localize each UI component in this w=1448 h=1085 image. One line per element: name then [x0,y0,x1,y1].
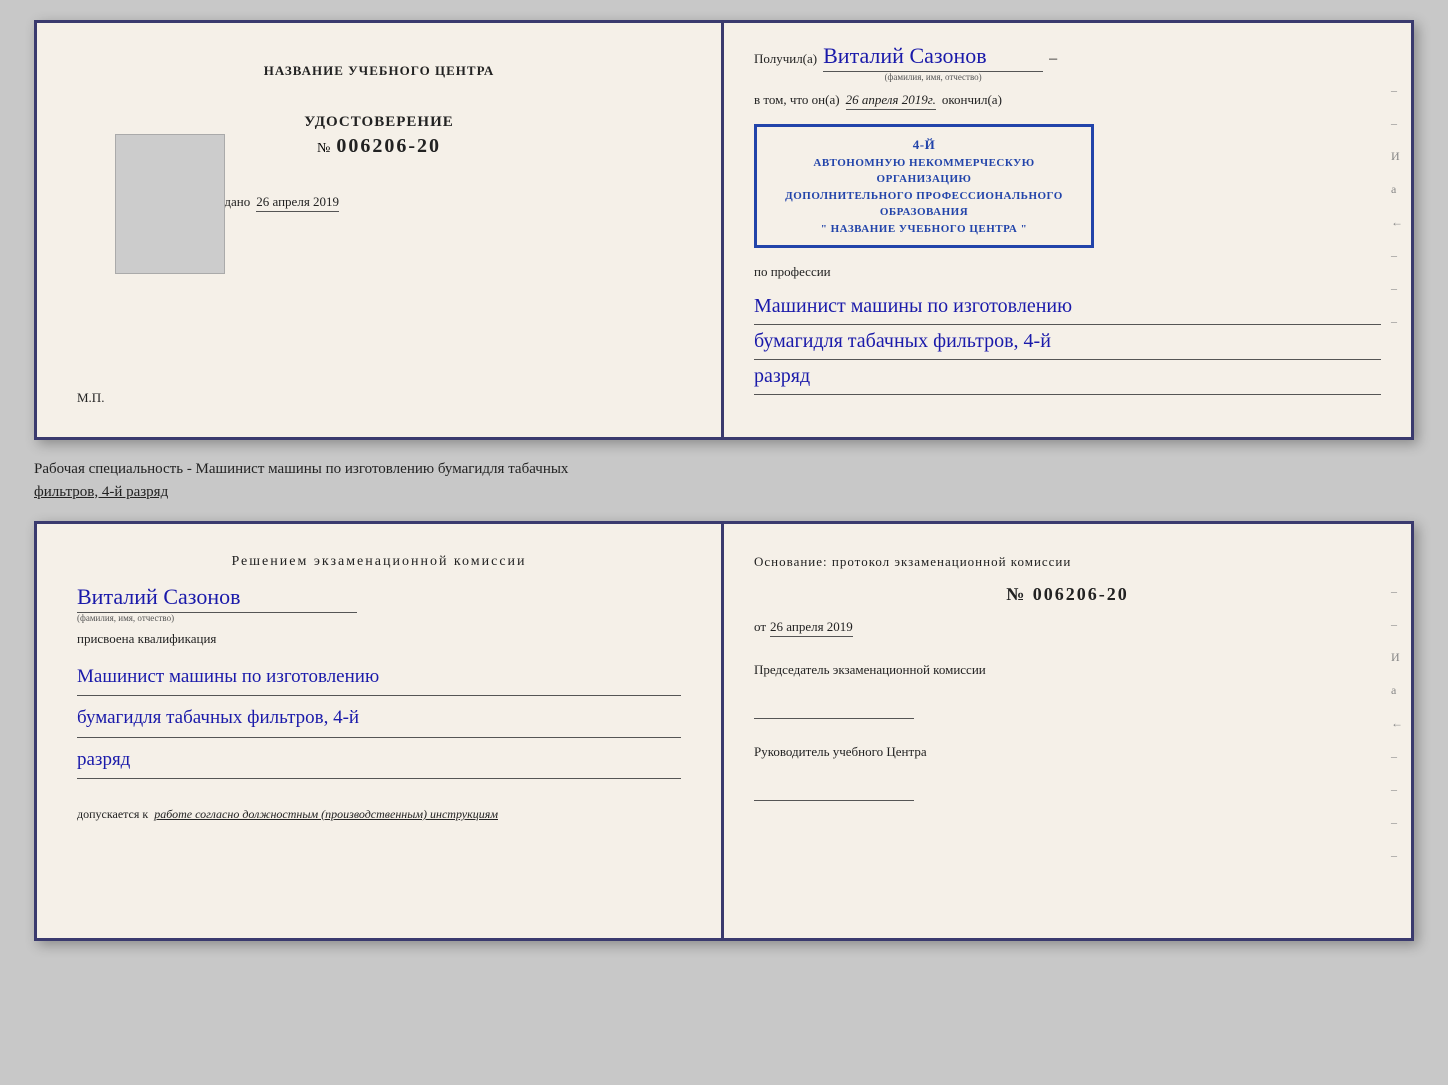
deco-right-lines-top: – – И а ← – – – [1391,83,1403,329]
vtom-date: 26 апреля 2019г. [846,92,936,110]
vydano-date: 26 апреля 2019 [256,194,339,212]
profession-line2-top: бумагидля табачных фильтров, 4-й [754,325,1381,360]
poluchil-label: Получил(а) [754,51,817,67]
deco-char-arrow: ← [1391,215,1403,230]
deco-dash-b4: – [1391,782,1403,797]
deco-char-barrow: ← [1391,716,1403,731]
deco-dash-b5: – [1391,815,1403,830]
predsedatel-signature-line [754,699,914,719]
profession-line1-bottom: Машинист машины по изготовлению [77,661,681,696]
okonchil-label: окончил(а) [942,92,1002,108]
number-prefix-bottom: № [1006,584,1026,604]
ot-line: от 26 апреля 2019 [754,619,1381,637]
deco-dash-5: – [1391,314,1403,329]
rukovoditel-signature-line [754,781,914,801]
specialty-main: Рабочая специальность - Машинист машины … [34,461,568,477]
predsedatel-label: Председатель экзаменационной комиссии [754,661,1381,679]
stamp-line1: 4-й [769,135,1079,155]
ot-label: от [754,619,766,635]
training-center-label-top: НАЗВАНИЕ УЧЕБНОГО ЦЕНТРА [264,63,495,79]
deco-char-i: И [1391,149,1403,164]
profession-line3-bottom: разряд [77,744,681,779]
mp-label: М.П. [77,390,104,405]
certificate-bottom: Решением экзаменационной комиссии Витали… [34,521,1414,941]
poluchil-line: Получил(а) Виталий Сазонов (фамилия, имя… [754,43,1381,82]
deco-right-lines-bottom: – – И а ← – – – – [1391,584,1403,863]
deco-char-a: а [1391,182,1403,197]
rukovoditel-block: Руководитель учебного Центра [754,743,1381,801]
profession-line1-top: Машинист машины по изготовлению [754,290,1381,325]
deco-dash-b6: – [1391,848,1403,863]
number-value-bottom: 006206-20 [1033,584,1129,604]
vtom-label: в том, что он(а) [754,92,840,108]
profession-top: Машинист машины по изготовлению бумагидл… [754,290,1381,395]
fio-sub-bottom: (фамилия, имя, отчество) [77,613,174,623]
specialty-underlined: фильтров, 4-й разряд [34,484,168,500]
profession-line3-top: разряд [754,360,1381,395]
number-prefix: № [317,141,330,157]
deco-dash-b1: – [1391,584,1403,599]
resheniem-label: Решением экзаменационной комиссии [77,554,681,570]
cert-bottom-right-panel: Основание: протокол экзаменационной коми… [724,524,1411,938]
fio-sub-top: (фамилия, имя, отчество) [885,72,982,82]
deco-char-ba: а [1391,683,1403,698]
recipient-name-top: Виталий Сазонов [823,43,1043,72]
specialty-text-block: Рабочая специальность - Машинист машины … [34,458,1414,503]
dopuskaetsya-block: допускается к работе согласно должностны… [77,807,681,822]
deco-dash-b3: – [1391,749,1403,764]
prisvoena-label: присвоена квалификация [77,631,681,647]
deco-dash-4: – [1391,281,1403,296]
udostoverenie-title: УДОСТОВЕРЕНИЕ [304,114,454,131]
deco-dash-3: – [1391,248,1403,263]
profession-line2-bottom: бумагидля табачных фильтров, 4-й [77,702,681,737]
deco-dash-b2: – [1391,617,1403,632]
deco-char-bi: И [1391,650,1403,665]
deco-dash-1: – [1391,83,1403,98]
cert-top-left-panel: НАЗВАНИЕ УЧЕБНОГО ЦЕНТРА УДОСТОВЕРЕНИЕ №… [37,23,724,437]
dopuskaetsya-value: работе согласно должностным (производств… [154,807,498,822]
photo-placeholder [115,134,225,274]
udostoverenie-block: УДОСТОВЕРЕНИЕ № 006206-20 [304,114,454,158]
dopuskaetsya-label: допускается к [77,807,148,822]
deco-dash-2: – [1391,116,1403,131]
vtom-block: в том, что он(а) 26 апреля 2019г. окончи… [754,92,1381,110]
stamp-line2: АВТОНОМНУЮ НЕКОММЕРЧЕСКУЮ ОРГАНИЗАЦИЮ [769,155,1079,188]
certificate-top: НАЗВАНИЕ УЧЕБНОГО ЦЕНТРА УДОСТОВЕРЕНИЕ №… [34,20,1414,440]
stamp-line4: " НАЗВАНИЕ УЧЕБНОГО ЦЕНТРА " [769,221,1079,238]
ot-date: 26 апреля 2019 [770,619,853,637]
cert-stamp: 4-й АВТОНОМНУЮ НЕКОММЕРЧЕСКУЮ ОРГАНИЗАЦИ… [754,124,1094,248]
name-block-bottom: Виталий Сазонов (фамилия, имя, отчество) [77,584,681,623]
cert-number-top: 006206-20 [336,135,441,158]
cert-bottom-left-panel: Решением экзаменационной комиссии Витали… [37,524,724,938]
cert-top-right-panel: Получил(а) Виталий Сазонов (фамилия, имя… [724,23,1411,437]
predsedatel-block: Председатель экзаменационной комиссии [754,661,1381,719]
rukovoditel-label: Руководитель учебного Центра [754,743,1381,761]
recipient-name-bottom: Виталий Сазонов [77,584,357,613]
osnovanie-label: Основание: протокол экзаменационной коми… [754,554,1381,570]
profession-bottom: Машинист машины по изготовлению бумагидл… [77,655,681,779]
po-professii-label: по профессии [754,264,1381,280]
stamp-line3: ДОПОЛНИТЕЛЬНОГО ПРОФЕССИОНАЛЬНОГО ОБРАЗО… [769,188,1079,221]
cert-number-bottom: № 006206-20 [754,584,1381,605]
